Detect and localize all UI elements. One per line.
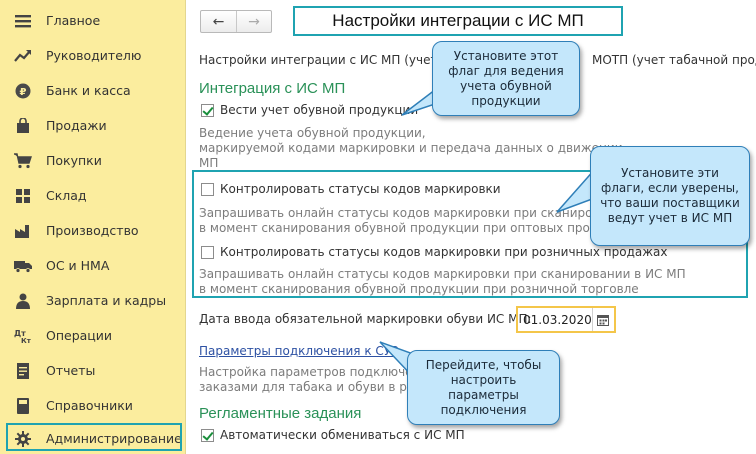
callout-params: Перейдите, чтобы настроить параметры под… xyxy=(407,350,560,425)
callout-params-text: Перейдите, чтобы настроить параметры под… xyxy=(425,357,542,417)
menu-icon xyxy=(14,12,32,30)
calendar-button[interactable] xyxy=(593,308,614,331)
arrow-left-icon: ← xyxy=(212,13,225,30)
history-nav: ← → xyxy=(200,10,272,33)
exchange-checkbox[interactable] xyxy=(201,429,214,442)
callout-flags-text: Установите эти флаги, если уверены, что … xyxy=(600,166,740,225)
desc-line: в момент сканирования обувной продукции … xyxy=(199,282,639,296)
svg-text:₽: ₽ xyxy=(20,87,27,98)
sidebar-item-manager[interactable]: Руководителю xyxy=(0,38,186,73)
report-icon xyxy=(14,362,32,380)
book-icon xyxy=(14,397,32,415)
date-input[interactable]: 01.03.2020 xyxy=(518,308,593,331)
sidebar-item-sales[interactable]: Продажи xyxy=(0,108,186,143)
date-input-wrapper: 01.03.2020 xyxy=(516,306,616,333)
callout-flag: Установите этот флаг для ведения учета о… xyxy=(432,41,580,116)
shopping-bag-icon xyxy=(14,117,32,135)
date-label: Дата ввода обязательной маркировки обуви… xyxy=(199,312,532,326)
sidebar-item-label: Производство xyxy=(46,223,139,238)
sidebar-item-salary[interactable]: Зарплата и кадры xyxy=(0,283,186,318)
arrow-right-icon: → xyxy=(248,13,260,30)
sidebar-item-operations[interactable]: Дт Кт Операции xyxy=(0,318,186,353)
sidebar-item-label: Главное xyxy=(46,13,101,28)
sidebar-item-label: Зарплата и кадры xyxy=(46,293,167,308)
section-integration: Интеграция с ИС МП xyxy=(199,80,346,97)
trend-icon xyxy=(14,47,32,65)
wholesale-checkbox[interactable] xyxy=(201,183,214,196)
shoes-checkbox-label: Вести учет обувной продукции xyxy=(220,103,419,117)
sidebar-item-reports[interactable]: Отчеты xyxy=(0,353,186,388)
sidebar-item-main[interactable]: Главное xyxy=(0,3,186,38)
retail-checkbox-label: Контролировать статусы кодов маркировки … xyxy=(220,245,668,259)
retail-checkbox[interactable] xyxy=(201,246,214,259)
sidebar-item-label: Продажи xyxy=(46,118,107,133)
intro-text: Настройки интеграции с ИС МП (учет о xyxy=(199,53,449,67)
sidebar-item-label: Справочники xyxy=(46,398,133,413)
sidebar-item-assets[interactable]: ОС и НМА xyxy=(0,248,186,283)
page-title-frame: Настройки интеграции с ИС МП xyxy=(293,6,623,36)
wholesale-checkbox-label: Контролировать статусы кодов маркировки xyxy=(220,182,501,196)
retail-description: Запрашивать онлайн статусы кодов маркиро… xyxy=(199,267,686,297)
sidebar-item-label: Банк и касса xyxy=(46,83,131,98)
sidebar-item-production[interactable]: Производство xyxy=(0,213,186,248)
shoes-checkbox[interactable] xyxy=(201,104,214,117)
svg-text:Кт: Кт xyxy=(21,337,32,344)
desc-line: в момент сканирования обувной продукции … xyxy=(199,221,617,235)
person-icon xyxy=(14,292,32,310)
callout-flag-text: Установите этот флаг для ведения учета о… xyxy=(448,48,564,108)
sidebar-item-label: Отчеты xyxy=(46,363,96,378)
callout-flags: Установите эти флаги, если уверены, что … xyxy=(590,146,750,246)
dt-kt-icon: Дт Кт xyxy=(14,327,32,345)
sidebar: Главное Руководителю ₽ Банк и касса Прод… xyxy=(0,0,186,454)
active-item-highlight xyxy=(6,423,182,451)
forward-button[interactable]: → xyxy=(236,11,271,32)
page-title: Настройки интеграции с ИС МП xyxy=(332,11,584,30)
desc-line: Запрашивать онлайн статусы кодов маркиро… xyxy=(199,267,686,281)
back-button[interactable]: ← xyxy=(201,11,236,32)
calendar-icon xyxy=(597,314,610,326)
ruble-coin-icon: ₽ xyxy=(14,82,32,100)
sidebar-item-label: Склад xyxy=(46,188,87,203)
sidebar-item-label: Покупки xyxy=(46,153,102,168)
sidebar-item-warehouse[interactable]: Склад xyxy=(0,178,186,213)
sidebar-item-bank[interactable]: ₽ Банк и касса xyxy=(0,73,186,108)
warehouse-icon xyxy=(14,187,32,205)
sidebar-item-label: ОС и НМА xyxy=(46,258,110,273)
cart-icon xyxy=(14,152,32,170)
suz-settings-link[interactable]: Параметры подключения к СУЗ xyxy=(199,344,399,358)
section-scheduled-tasks: Регламентные задания xyxy=(199,405,362,422)
desc-line: Ведение учета обувной продукции, xyxy=(199,126,426,140)
truck-icon xyxy=(14,257,32,275)
sidebar-item-references[interactable]: Справочники xyxy=(0,388,186,423)
exchange-checkbox-label: Автоматически обмениваться с ИС МП xyxy=(220,428,465,442)
sidebar-item-label: Руководителю xyxy=(46,48,142,63)
sidebar-item-purchases[interactable]: Покупки xyxy=(0,143,186,178)
factory-icon xyxy=(14,222,32,240)
intro-text-right: МОТП (учет табачной продук xyxy=(592,53,756,67)
sidebar-item-label: Операции xyxy=(46,328,113,343)
